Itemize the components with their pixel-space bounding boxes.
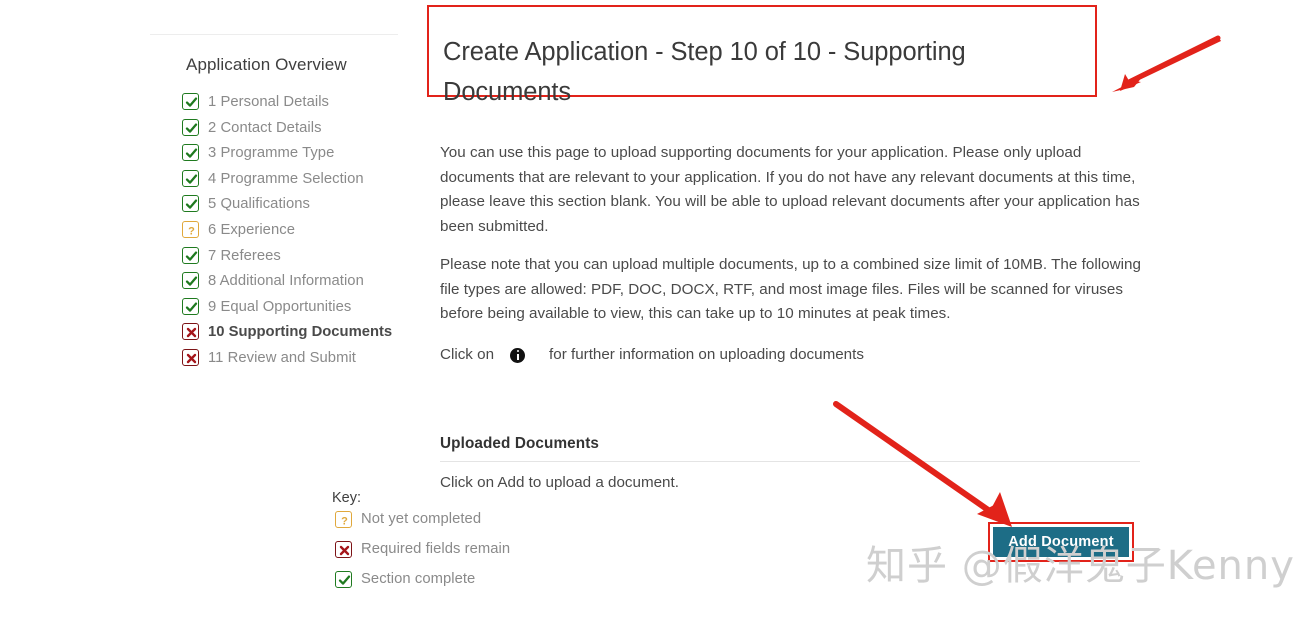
info-line-suffix: for further information on uploading doc… <box>549 346 864 363</box>
intro-paragraph: You can use this page to upload supporti… <box>440 144 1140 235</box>
watermark: 知乎 @假洋鬼子Kenny <box>866 543 1295 589</box>
info-help-line: Click on for further information on uplo… <box>440 344 864 366</box>
page-title-highlight-box: Create Application - Step 10 of 10 - Sup… <box>427 5 1097 106</box>
page-title: Create Application - Step 10 of 10 - Sup… <box>443 38 966 107</box>
info-line-prefix: Click on <box>440 346 495 363</box>
info-icon[interactable] <box>510 347 526 363</box>
uploaded-documents-divider <box>440 461 1140 462</box>
uploaded-documents-heading: Uploaded Documents <box>440 435 600 452</box>
main-content: Create Application - Step 10 of 10 - Sup… <box>0 0 1308 619</box>
file-rules-paragraph: Please note that you can upload multiple… <box>440 256 1141 323</box>
uploaded-documents-hint: Click on Add to upload a document. <box>440 474 679 491</box>
